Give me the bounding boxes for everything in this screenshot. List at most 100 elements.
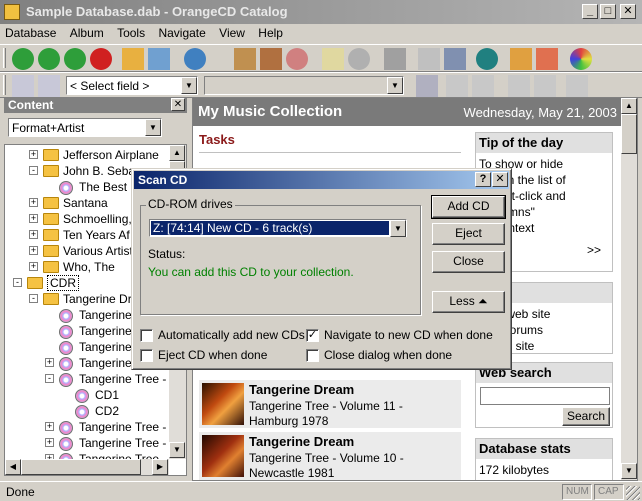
expand-icon[interactable]: + [45,422,54,431]
navigate-checkbox[interactable]: ✓ [306,329,319,342]
expand-icon[interactable]: + [29,198,38,207]
view-details-icon[interactable] [508,75,530,97]
divider [199,152,461,153]
scroll-thumb[interactable] [621,114,637,154]
tree-node[interactable]: CD1 [5,387,165,403]
zoom-icon[interactable] [12,75,34,97]
close-done-checkbox[interactable] [306,349,319,362]
expand-icon[interactable]: + [29,246,38,255]
web-search-input[interactable] [480,387,610,405]
edit-icon[interactable] [234,48,256,70]
eject-done-label: Eject CD when done [158,348,268,362]
minimize-button[interactable]: _ [582,4,598,19]
view-mode-select[interactable]: Format+Artist ▼ [8,118,162,137]
delete-icon[interactable] [384,48,406,70]
menu-navigate[interactable]: Navigate [153,24,210,40]
tree-node[interactable]: + Tangerine Tree - [5,419,166,435]
value-select[interactable]: ▼ [204,76,404,95]
collapse-icon[interactable]: - [29,166,38,175]
chevron-down-icon[interactable]: ▼ [145,119,161,136]
print-icon[interactable] [418,48,440,70]
toolbar-grip[interactable] [3,75,6,95]
view-list-icon[interactable] [472,75,494,97]
collapse-icon[interactable]: - [45,374,54,383]
cd-icon [59,373,73,387]
chevron-down-icon[interactable]: ▼ [390,220,406,237]
expand-icon[interactable]: + [29,262,38,271]
skin-icon[interactable] [570,48,592,70]
scroll-up-icon[interactable]: ▲ [169,145,185,161]
collapse-icon[interactable]: - [13,278,22,287]
expand-icon[interactable]: + [29,150,38,159]
menu-database[interactable]: Database [0,24,61,40]
sort-icon[interactable] [416,75,438,97]
refresh-icon[interactable] [64,48,86,70]
album-item[interactable]: Tangerine Dream Tangerine Tree - Volume … [199,380,461,428]
menu-album[interactable]: Album [65,24,109,40]
copy-icon[interactable] [322,48,344,70]
menu-help[interactable]: Help [253,24,288,40]
auto-add-label: Automatically add new CDs [158,328,305,342]
open-icon[interactable] [536,48,558,70]
scroll-up-icon[interactable]: ▲ [621,98,637,114]
close-button[interactable]: ✕ [620,4,636,19]
status-label: Status: [148,247,186,261]
browse-icon[interactable] [148,48,170,70]
expand-icon[interactable]: + [29,214,38,223]
open-folder-icon[interactable] [510,48,532,70]
search-icon[interactable] [184,48,206,70]
album-item[interactable]: Tangerine Dream Tangerine Tree - Volume … [199,432,461,480]
toolbar-grip[interactable] [3,48,6,68]
scroll-right-icon[interactable]: ▶ [152,459,168,475]
play-icon[interactable] [476,48,498,70]
main-scrollbar[interactable]: ▲ ▼ [621,98,637,480]
tree-node-label: Tangerine Tree - [79,436,167,450]
scroll-down-icon[interactable]: ▼ [621,463,637,479]
tree-node-label: John B. Seba [63,164,136,178]
search-button[interactable]: Search [562,407,610,426]
home-icon[interactable] [122,48,144,70]
chevron-down-icon[interactable]: ▼ [387,77,403,94]
view-grid-icon[interactable] [446,75,468,97]
close-done-label: Close dialog when done [324,348,453,362]
find-icon[interactable] [38,75,60,97]
hscroll-thumb[interactable] [21,459,141,475]
close-icon[interactable]: ✕ [171,98,185,111]
scan-cd-dialog: Scan CD ? ✕ CD-ROM drives Z: [74:14] New… [131,168,512,370]
collapse-icon[interactable]: - [29,294,38,303]
expand-icon[interactable]: + [45,358,54,367]
scroll-down-icon[interactable]: ▼ [169,442,185,458]
scan-icon[interactable] [444,48,466,70]
menu-view[interactable]: View [214,24,250,40]
scroll-left-icon[interactable]: ◀ [5,459,21,475]
tree-hscrollbar[interactable]: ◀ ▶ [5,459,169,475]
cover-icon[interactable] [286,48,308,70]
auto-add-checkbox[interactable] [140,329,153,342]
swap-icon[interactable] [566,75,588,97]
tree-node[interactable]: + Jefferson Airplane [5,147,165,163]
maximize-button[interactable]: □ [600,4,616,19]
tree-node[interactable]: + Tangerine Tree - [5,435,167,451]
drive-select[interactable]: Z: [74:14] New CD - 6 track(s) ▼ [149,219,407,237]
less-button[interactable]: Less ⏶ [432,291,505,313]
dialog-close-button[interactable]: ✕ [492,172,508,187]
view-tree-icon[interactable] [534,75,556,97]
help-button[interactable]: ? [475,172,491,187]
field-select[interactable]: < Select field > ▼ [66,76,198,95]
eject-done-checkbox[interactable] [140,349,153,362]
expand-icon[interactable]: + [45,438,54,447]
resize-grip[interactable] [626,486,640,500]
menu-tools[interactable]: Tools [112,24,150,40]
properties-icon[interactable] [260,48,282,70]
chevron-down-icon[interactable]: ▼ [181,77,197,94]
close-dialog-button[interactable]: Close [432,251,505,273]
expand-icon[interactable]: + [29,230,38,239]
stop-icon[interactable] [90,48,112,70]
tree-node[interactable]: - Tangerine Tree - [5,371,166,387]
back-icon[interactable] [12,48,34,70]
eject-button[interactable]: Eject [432,223,505,245]
dialog-title: Scan CD [138,173,188,187]
add-cd-button[interactable]: Add CD [431,195,506,219]
forward-icon[interactable] [38,48,60,70]
tree-node[interactable]: CD2 [5,403,165,419]
